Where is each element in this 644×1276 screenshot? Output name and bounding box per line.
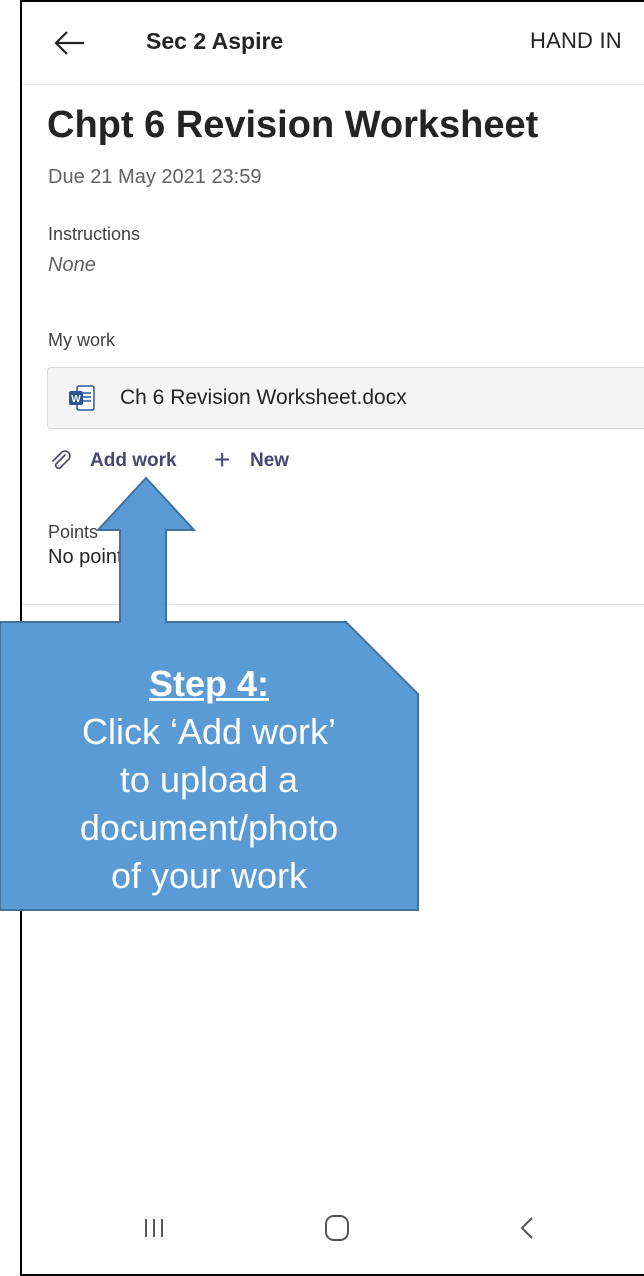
add-work-button[interactable]: Add work	[90, 450, 177, 472]
instructions-label: Instructions	[48, 224, 141, 244]
due-date: Due 21 May 2021 23:59	[48, 166, 262, 188]
attached-file-card[interactable]: W Ch 6 Revision Worksheet.docx	[47, 367, 644, 429]
callout-line: document/photo	[79, 807, 339, 848]
file-name: Ch 6 Revision Worksheet.docx	[120, 386, 407, 409]
recent-apps-icon[interactable]	[142, 1216, 166, 1240]
app-frame	[20, 0, 644, 1276]
points-value: No points	[48, 546, 133, 568]
callout-line: Click ‘Add work’	[81, 711, 337, 752]
android-nav-bar	[22, 1180, 644, 1274]
chevron-left-icon[interactable]	[518, 1214, 536, 1242]
home-icon[interactable]	[324, 1214, 350, 1242]
hand-in-button[interactable]: HAND IN	[530, 28, 622, 54]
arrow-left-icon[interactable]	[52, 26, 86, 60]
callout-step-label: Step 4:	[148, 663, 270, 704]
assignment-title: Chpt 6 Revision Worksheet	[47, 104, 539, 146]
app-bar: Sec 2 Aspire HAND IN	[22, 2, 644, 85]
paperclip-icon[interactable]	[48, 448, 74, 474]
new-button[interactable]: New	[250, 450, 289, 472]
callout-line: of your work	[110, 855, 308, 896]
instructions-value: None	[48, 254, 96, 276]
word-doc-icon: W	[69, 385, 95, 411]
plus-icon[interactable]: +	[214, 444, 230, 476]
callout-line: to upload a	[119, 759, 299, 800]
word-icon-letter: W	[71, 394, 81, 405]
my-work-label: My work	[48, 330, 115, 350]
section-divider	[22, 604, 644, 605]
points-label: Points	[48, 522, 99, 542]
callout-text: Step 4: Click ‘Add work’ to upload a doc…	[0, 660, 418, 900]
course-name: Sec 2 Aspire	[146, 28, 284, 54]
frame-edge-mark	[0, 196, 22, 272]
